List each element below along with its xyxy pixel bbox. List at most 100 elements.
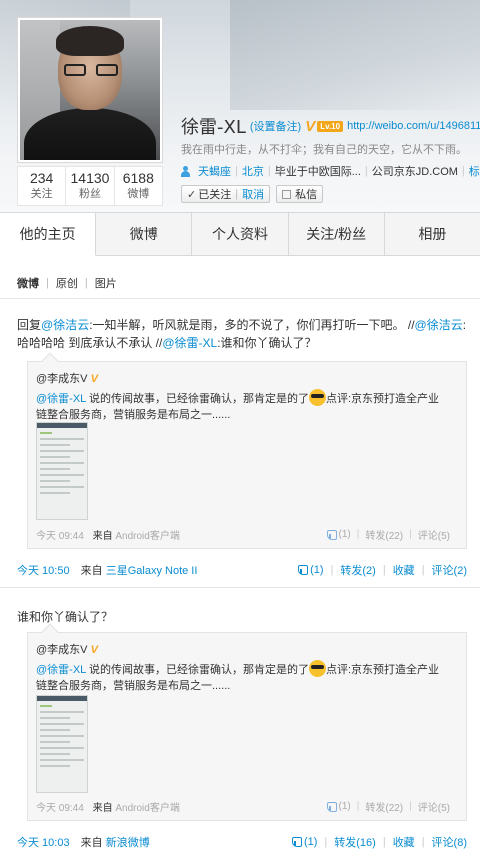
count-number: 6188	[122, 170, 154, 186]
mention-link[interactable]: @徐雷-XL	[36, 664, 86, 676]
person-icon	[181, 165, 190, 177]
verified-v-icon: V	[90, 373, 98, 385]
like-count[interactable]: (1)	[304, 836, 317, 848]
repost-like-count[interactable]: (1)	[339, 801, 351, 812]
like-icon[interactable]	[291, 837, 302, 847]
repost-comment-link[interactable]: 评论(5)	[418, 527, 450, 542]
count-number: 234	[29, 170, 54, 186]
repost-meta: 今天 09:44 来自 Android客户端	[36, 803, 180, 814]
repost-time[interactable]: 今天 09:44	[36, 803, 84, 814]
set-remark-link[interactable]: (设置备注)	[250, 118, 301, 134]
mention-link[interactable]: @徐雷-XL	[36, 393, 86, 405]
constellation-link[interactable]: 天蝎座	[198, 163, 231, 179]
count-label: 关注	[30, 188, 53, 200]
message-label: 私信	[295, 189, 318, 201]
message-button[interactable]: 私信	[276, 185, 324, 203]
count-fans[interactable]: 14130 粉丝	[66, 167, 115, 205]
post-divider	[0, 587, 480, 588]
post-meta: 今天 10:03 来自 新浪微博	[17, 837, 150, 849]
filter-all[interactable]: 微博	[17, 275, 39, 291]
repost-actions: (1) | 转发(22) | 评论(5)	[326, 799, 450, 814]
repost-text: @徐雷-XL 说的传闻故事，已经徐雷确认，那肯定是的了 点评:京东预打造全产业链整…	[36, 389, 446, 423]
location-link[interactable]: 北京	[242, 163, 264, 179]
check-icon: ✓	[187, 188, 197, 201]
followed-button[interactable]: ✓ 已关注 | 取消	[181, 185, 271, 203]
post-source[interactable]: 三星Galaxy Note II	[106, 565, 198, 577]
level-badge[interactable]: Lv.10	[317, 120, 344, 132]
repost-box: @李成东V V @徐雷-XL 说的传闻故事，已经徐雷确认，那肯定是的了 点评:京东…	[27, 352, 467, 549]
profile-info-row: 天蝎座 | 北京 | 毕业于中欧国际... | 公司京东JD.COM | 标签	[181, 163, 480, 179]
tab-album[interactable]: 相册	[385, 213, 480, 255]
divider	[0, 298, 480, 299]
profile-bio: 我在雨中行走，从不打伞；我有自己的天空，它从不下雨。	[181, 144, 467, 156]
avatar-glasses	[64, 64, 118, 76]
like-icon[interactable]	[298, 565, 309, 575]
unfollow-link[interactable]: 取消	[242, 186, 264, 202]
avatar-hair	[56, 26, 124, 56]
profile-url-link[interactable]: http://weibo.com/u/1496811344	[347, 120, 480, 132]
repost-comment-link[interactable]: 评论(5)	[418, 799, 450, 814]
post-source[interactable]: 新浪微博	[106, 837, 150, 849]
filter-original[interactable]: 原创	[56, 275, 78, 291]
favorite-link[interactable]: 收藏	[393, 562, 415, 578]
feed-filter: 微博 | 原创 | 图片	[17, 275, 117, 291]
tab-weibo[interactable]: 微博	[96, 213, 193, 255]
avatar-frame[interactable]	[17, 17, 163, 163]
profile-name-row: 徐雷-XL (设置备注) V Lv.10 http://weibo.com/u/…	[181, 114, 480, 138]
post-time[interactable]: 今天 10:03	[17, 837, 70, 849]
favorite-link[interactable]: 收藏	[393, 834, 415, 850]
cover-background	[230, 0, 480, 110]
mention-link[interactable]: @徐洁云	[41, 318, 89, 332]
avatar[interactable]	[20, 20, 160, 160]
like-count[interactable]: (1)	[310, 564, 323, 576]
repost-meta: 今天 09:44 来自 Android客户端	[36, 531, 180, 542]
forward-link[interactable]: 转发(16)	[334, 834, 376, 850]
filter-images[interactable]: 图片	[95, 275, 117, 291]
count-label: 粉丝	[78, 188, 101, 200]
profile-tabs: 他的主页 微博 个人资料 关注/粉丝 相册	[0, 212, 480, 256]
follow-actions: ✓ 已关注 | 取消 私信	[181, 185, 324, 203]
cool-emoji-icon	[308, 389, 326, 406]
repost-image-thumbnail[interactable]	[36, 695, 88, 793]
tags-link[interactable]: 标签	[469, 163, 480, 179]
count-posts[interactable]: 6188 微博	[115, 167, 162, 205]
repost-box: @李成东V V @徐雷-XL 说的传闻故事，已经徐雷确认，那肯定是的了 点评:京东…	[27, 623, 467, 821]
repost-actions: (1) | 转发(22) | 评论(5)	[326, 527, 450, 542]
profile-counts: 234 关注 14130 粉丝 6188 微博	[17, 166, 163, 206]
count-following[interactable]: 234 关注	[18, 167, 67, 205]
count-label: 微博	[127, 188, 150, 200]
company-info[interactable]: 公司京东JD.COM	[372, 163, 458, 179]
school-info[interactable]: 毕业于中欧国际...	[275, 163, 361, 179]
followed-label: 已关注	[198, 189, 232, 201]
repost-forward-link[interactable]: 转发(22)	[365, 799, 403, 814]
forward-link[interactable]: 转发(2)	[340, 562, 375, 578]
mention-link[interactable]: @徐洁云	[415, 318, 463, 332]
post-text: 回复@徐洁云:一知半解，听风就是雨，多的不说了，你们再打听一下吧。 //@徐洁云…	[17, 318, 467, 350]
comment-link[interactable]: 评论(8)	[432, 834, 467, 850]
repost-author[interactable]: @李成东V V	[36, 370, 98, 386]
tab-home[interactable]: 他的主页	[0, 213, 97, 256]
repost-forward-link[interactable]: 转发(22)	[365, 527, 403, 542]
post-actions: (1) | 转发(16) | 收藏 | 评论(8)	[291, 834, 467, 850]
tab-profile[interactable]: 个人资料	[192, 213, 289, 255]
mention-link[interactable]: @徐雷-XL	[162, 336, 217, 350]
repost-like-count[interactable]: (1)	[339, 529, 351, 540]
verified-v-icon[interactable]: V	[305, 118, 315, 135]
repost-image-thumbnail[interactable]	[36, 422, 88, 520]
post-time[interactable]: 今天 10:50	[17, 565, 70, 577]
repost-time[interactable]: 今天 09:44	[36, 531, 84, 542]
post-text: 谁和你丫确认了？	[17, 610, 114, 624]
post-meta: 今天 10:50 来自 三星Galaxy Note II	[17, 565, 198, 577]
repost-source[interactable]: Android客户端	[115, 803, 179, 814]
repost-author[interactable]: @李成东V V	[36, 641, 98, 657]
tab-follow-fans[interactable]: 关注/粉丝	[289, 213, 385, 255]
message-icon	[282, 189, 292, 199]
like-icon[interactable]	[326, 801, 337, 812]
verified-v-icon: V	[90, 644, 98, 656]
like-icon[interactable]	[326, 529, 337, 540]
repost-source[interactable]: Android客户端	[115, 531, 179, 542]
comment-link[interactable]: 评论(2)	[432, 562, 467, 578]
post-actions: (1) | 转发(2) | 收藏 | 评论(2)	[298, 562, 467, 578]
profile-name: 徐雷-XL	[181, 117, 246, 138]
count-number: 14130	[70, 170, 110, 186]
